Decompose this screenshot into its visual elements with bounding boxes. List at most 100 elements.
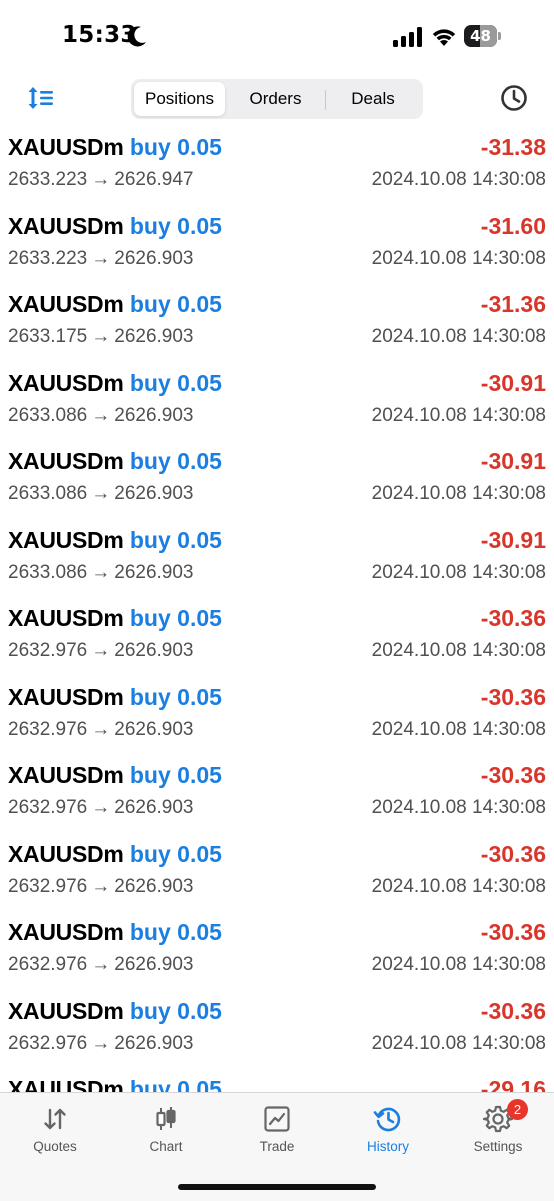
open-price: 2633.223 — [8, 247, 88, 269]
position-time: 2024.10.08 14:30:08 — [371, 640, 546, 661]
tab-chart[interactable]: Chart — [111, 1093, 221, 1163]
tab-history[interactable]: History — [333, 1093, 443, 1163]
position-symbol: XAUUSDm — [8, 919, 124, 945]
position-row[interactable]: XAUUSDm buy 0.05 -31.38 2633.223 → 2626.947 2… — [0, 126, 554, 205]
position-title: XAUUSDm buy 0.05 — [8, 134, 222, 161]
price-arrow-icon: → — [91, 640, 111, 661]
position-side-volume: buy 0.05 — [129, 1076, 222, 1092]
position-title: XAUUSDm buy 0.05 — [8, 213, 222, 240]
position-profit: -30.36 — [480, 840, 546, 867]
tab-settings-label: Settings — [473, 1139, 523, 1154]
open-price: 2632.976 — [8, 875, 88, 897]
position-time: 2024.10.08 14:30:08 — [371, 169, 546, 190]
battery-level: 48 — [470, 27, 491, 45]
position-prices: 2632.976 → 2626.903 — [8, 797, 194, 819]
position-side-volume: buy 0.05 — [129, 919, 222, 945]
position-prices: 2632.976 → 2626.903 — [8, 1033, 194, 1055]
position-prices: 2633.086 → 2626.903 — [8, 405, 194, 427]
history-mode-selector: Positions Orders Deals — [131, 79, 423, 119]
position-side-volume: buy 0.05 — [129, 369, 222, 396]
open-price: 2633.223 — [8, 169, 88, 190]
position-row[interactable]: XAUUSDm buy 0.05 -30.91 2633.086 → 2626.903 2… — [0, 519, 554, 598]
position-row[interactable]: XAUUSDm buy 0.05 -31.60 2633.223 → 2626.903 2… — [0, 205, 554, 284]
position-time: 2024.10.08 14:30:08 — [371, 247, 546, 269]
price-arrow-icon: → — [91, 797, 111, 818]
position-row[interactable]: XAUUSDm buy 0.05 -30.36 2632.976 → 2626.903 2… — [0, 754, 554, 833]
tab-orders[interactable]: Orders — [227, 82, 324, 116]
position-symbol: XAUUSDm — [8, 448, 124, 474]
price-arrow-icon: → — [91, 247, 111, 269]
position-symbol: XAUUSDm — [8, 369, 124, 396]
position-time: 2024.10.08 14:30:08 — [371, 797, 546, 818]
position-prices: 2633.086 → 2626.903 — [8, 562, 194, 584]
price-arrow-icon: → — [91, 169, 111, 190]
status-bar: 15:33 48 — [0, 0, 554, 76]
position-side-volume: buy 0.05 — [129, 526, 222, 553]
trade-icon — [264, 1106, 290, 1132]
position-profit: -30.36 — [480, 683, 546, 710]
position-title: XAUUSDm buy 0.05 — [8, 605, 222, 632]
close-price: 2626.903 — [114, 640, 194, 661]
position-row[interactable]: XAUUSDm buy 0.05 -30.36 2632.976 → 2626.903 2… — [0, 911, 554, 990]
open-price: 2632.976 — [8, 1032, 88, 1054]
position-symbol: XAUUSDm — [8, 605, 124, 631]
position-row[interactable]: XAUUSDm buy 0.05 -30.36 2632.976 → 2626.903 2… — [0, 597, 554, 676]
close-price: 2626.903 — [114, 797, 194, 818]
price-arrow-icon: → — [91, 561, 111, 583]
price-arrow-icon: → — [91, 326, 111, 347]
chart-icon — [156, 1107, 176, 1130]
open-price: 2632.976 — [8, 797, 88, 818]
position-prices: 2633.175 → 2626.903 — [8, 326, 194, 348]
position-title: XAUUSDm buy 0.05 — [8, 919, 222, 946]
position-title: XAUUSDm buy 0.05 — [8, 291, 222, 318]
positions-list[interactable]: XAUUSDm buy 0.05 -31.38 2633.223 → 2626.947 2… — [0, 126, 554, 1092]
position-title: XAUUSDm buy 0.05 — [8, 527, 222, 554]
clock-icon[interactable] — [499, 83, 529, 113]
battery-indicator: 48 — [464, 25, 501, 47]
tab-quotes-label: Quotes — [33, 1139, 77, 1154]
position-time: 2024.10.08 14:30:08 — [371, 404, 546, 426]
position-time: 2024.10.08 14:30:08 — [371, 954, 546, 975]
position-prices: 2633.223 → 2626.903 — [8, 248, 194, 270]
open-price: 2633.086 — [8, 483, 88, 504]
cellular-signal-icon — [393, 27, 422, 47]
position-row[interactable]: XAUUSDm buy 0.05 -30.36 2632.976 → 2626.903 2… — [0, 676, 554, 755]
position-profit: -30.36 — [480, 997, 546, 1024]
position-prices: 2632.976 → 2626.903 — [8, 954, 194, 976]
price-arrow-icon: → — [91, 404, 111, 426]
position-prices: 2633.086 → 2626.903 — [8, 483, 194, 505]
position-side-volume: buy 0.05 — [129, 134, 222, 160]
tab-deals[interactable]: Deals — [326, 82, 420, 116]
moon-icon — [127, 26, 146, 47]
position-profit: -30.91 — [480, 448, 546, 474]
position-row[interactable]: XAUUSDm buy 0.05 -30.91 2633.086 → 2626.903 2… — [0, 362, 554, 441]
tab-trade[interactable]: Trade — [222, 1093, 332, 1163]
sort-icon[interactable] — [27, 85, 55, 111]
tab-positions[interactable]: Positions — [134, 82, 225, 116]
position-symbol: XAUUSDm — [8, 997, 124, 1024]
position-row[interactable]: XAUUSDm buy 0.05 -30.36 2632.976 → 2626.903 2… — [0, 833, 554, 912]
position-row[interactable]: XAUUSDm buy 0.05 -29.16 — [0, 1068, 554, 1092]
position-profit: -31.38 — [480, 134, 546, 160]
close-price: 2626.903 — [114, 561, 194, 583]
position-side-volume: buy 0.05 — [129, 762, 222, 788]
tab-quotes[interactable]: Quotes — [0, 1093, 110, 1163]
position-profit: -31.60 — [480, 212, 546, 239]
open-price: 2633.175 — [8, 326, 88, 347]
price-arrow-icon: → — [91, 954, 111, 975]
tab-history-label: History — [366, 1139, 409, 1154]
position-side-volume: buy 0.05 — [129, 840, 222, 867]
close-price: 2626.947 — [114, 169, 194, 190]
tab-settings[interactable]: 2 Settings — [443, 1093, 553, 1163]
position-row[interactable]: XAUUSDm buy 0.05 -30.91 2633.086 → 2626.903 2… — [0, 440, 554, 519]
position-row[interactable]: XAUUSDm buy 0.05 -31.36 2633.175 → 2626.903 2… — [0, 283, 554, 362]
tab-chart-label: Chart — [149, 1139, 183, 1154]
position-side-volume: buy 0.05 — [129, 212, 222, 239]
tab-trade-label: Trade — [259, 1139, 295, 1154]
position-row[interactable]: XAUUSDm buy 0.05 -30.36 2632.976 → 2626.903 2… — [0, 990, 554, 1069]
quotes-icon — [44, 1108, 66, 1130]
close-price: 2626.903 — [114, 954, 194, 975]
position-side-volume: buy 0.05 — [129, 291, 222, 317]
open-price: 2633.086 — [8, 404, 88, 426]
position-symbol: XAUUSDm — [8, 840, 124, 867]
